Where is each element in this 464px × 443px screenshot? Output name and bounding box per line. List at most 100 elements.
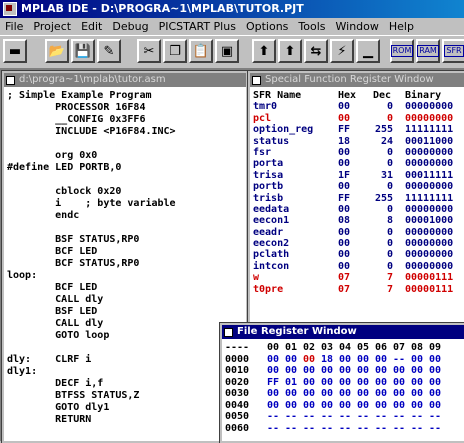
sfr-cell-bin: 00000000 <box>405 249 454 261</box>
sfr-cell-dec: 0 <box>386 226 393 238</box>
source-window-titlebar[interactable]: d:\progra~1\mplab\tutor.asm <box>4 73 246 87</box>
sfr-column-header[interactable]: Dec <box>373 90 391 101</box>
menu-picstart-plus[interactable]: PICSTART Plus <box>154 20 241 33</box>
sfr-window[interactable]: Special Function Register Window SFR Nam… <box>247 70 464 327</box>
file-register-row[interactable]: 0040 00 00 00 00 00 00 00 00 00 00 <box>225 400 447 412</box>
source-line: ; Simple Example Program <box>7 90 152 101</box>
mplab-app-icon[interactable] <box>3 2 17 16</box>
file-register-cell: 00 <box>411 376 424 388</box>
ram-window-button[interactable]: RAM <box>416 39 440 63</box>
rom-window-button[interactable]: ROM <box>390 39 414 63</box>
run-button[interactable]: ⬆ <box>252 39 276 63</box>
file-register-cell: -- <box>411 422 424 434</box>
menu-help[interactable]: Help <box>384 20 419 33</box>
title-bar: MPLAB IDE - D:\PROGRA~1\MPLAB\TUTOR.PJT <box>0 0 464 18</box>
sfr-window-title: Special Function Register Window <box>265 74 434 85</box>
sfr-cell-name: tmr0 <box>253 101 278 113</box>
paste-button[interactable]: 📋 <box>189 39 213 63</box>
file-register-column-header: 00 <box>267 342 280 353</box>
reset-button[interactable]: ▁ <box>356 39 380 63</box>
file-register-cell: 00 <box>357 399 370 411</box>
file-register-cell: -- <box>321 411 334 422</box>
file-register-cell: 00 <box>285 388 298 399</box>
file-register-cell: 00 <box>429 376 442 388</box>
source-code[interactable]: ; Simple Example Program PROCESSOR 16F84… <box>7 90 176 426</box>
sfr-window-icon[interactable] <box>252 75 261 85</box>
file-register-cell: -- <box>429 411 442 422</box>
sfr-window-titlebar[interactable]: Special Function Register Window <box>250 73 464 87</box>
file-register-window-icon[interactable] <box>224 327 233 337</box>
menu-project[interactable]: Project <box>28 20 76 33</box>
sfr-window-button[interactable]: SFR <box>442 39 464 63</box>
cut-button[interactable]: ✂ <box>137 39 161 63</box>
menu-window[interactable]: Window <box>331 20 384 33</box>
print-button[interactable]: ▣ <box>215 39 239 63</box>
menu-options[interactable]: Options <box>241 20 293 33</box>
file-register-cell: 00 <box>429 388 442 399</box>
file-register-cell: -- <box>339 422 352 434</box>
file-register-column-header: 03 <box>321 342 334 353</box>
source-line: dly1: <box>7 366 38 377</box>
file-register-cell: 00 <box>303 353 316 365</box>
file-register-cell: 00 <box>339 388 352 399</box>
sfr-column-header[interactable]: Hex <box>338 90 356 101</box>
document-icon[interactable] <box>6 75 15 85</box>
menu-edit[interactable]: Edit <box>76 20 107 33</box>
file-register-address: 0050 <box>225 411 250 422</box>
source-line: endc <box>7 210 80 221</box>
sfr-cell-name: porta <box>253 158 284 170</box>
mdi-workspace: d:\progra~1\mplab\tutor.asm ; Simple Exa… <box>0 68 464 443</box>
sfr-column-header[interactable]: Binary <box>405 90 441 101</box>
sfr-cell-hex: FF <box>338 124 351 136</box>
file-register-column-header: 02 <box>303 342 316 353</box>
sfr-cell-name: pcl <box>253 112 272 124</box>
file-register-address: 0060 <box>225 422 250 434</box>
open-button[interactable]: 📂 <box>45 39 69 63</box>
menu-file[interactable]: File <box>0 20 28 33</box>
source-editor-window[interactable]: d:\progra~1\mplab\tutor.asm ; Simple Exa… <box>1 70 249 443</box>
file-register-row[interactable]: 0030 00 00 00 00 00 00 00 00 00 00 <box>225 388 447 400</box>
sfr-cell-dec: 24 <box>380 135 393 147</box>
menu-debug[interactable]: Debug <box>107 20 153 33</box>
step-icon: ⇆ <box>310 43 322 59</box>
toggle-window-button[interactable]: ▬ <box>3 39 27 63</box>
file-register-cell: -- <box>393 411 406 422</box>
sfr-cell-name: trisb <box>253 192 284 204</box>
file-register-cell: 00 <box>393 376 406 388</box>
file-register-cell: 00 <box>411 365 424 376</box>
source-line: __CONFIG 0x3FF6 <box>7 114 146 125</box>
menu-tools[interactable]: Tools <box>293 20 330 33</box>
sfr-cell-dec: 0 <box>386 203 393 215</box>
print-icon: ▣ <box>220 43 234 59</box>
file-register-row[interactable]: 0050 -- -- -- -- -- -- -- -- -- -- <box>225 411 447 423</box>
file-register-row[interactable]: 0020 FF 01 00 00 00 00 00 00 00 00 <box>225 377 447 389</box>
file-register-window[interactable]: File Register Window ---- 00 01 02 03 04 05 06 0… <box>219 322 464 443</box>
file-register-cell: 00 <box>303 388 316 399</box>
file-register-cell: 00 <box>339 376 352 388</box>
sfr-column-header[interactable]: SFR Name <box>253 90 301 101</box>
sfr-cell-bin: 00000111 <box>405 283 454 295</box>
file-register-cell: 00 <box>375 376 388 388</box>
step-button[interactable]: ⇆ <box>304 39 328 63</box>
file-register-cell: -- <box>429 422 442 434</box>
file-register-row[interactable]: 0000 00 00 00 18 00 00 00 -- 00 00 <box>225 354 447 366</box>
file-register-window-titlebar[interactable]: File Register Window <box>222 325 464 339</box>
copy-button[interactable]: ❐ <box>163 39 187 63</box>
file-register-row[interactable]: 0060 -- -- -- -- -- -- -- -- -- -- <box>225 423 447 435</box>
source-line: GOTO dly1 <box>7 402 110 413</box>
run-icon: ⬆ <box>258 43 270 59</box>
animate-button[interactable]: ⚡ <box>330 39 354 63</box>
file-register-cell: 00 <box>267 353 280 365</box>
halt-button[interactable]: ⬆ <box>278 39 302 63</box>
source-line: PROCESSOR 16F84 <box>7 102 146 113</box>
source-line: CALL dly <box>7 294 104 305</box>
file-register-header-row: ---- 00 01 02 03 04 05 06 07 08 09 <box>225 342 447 354</box>
source-line: RETURN <box>7 414 92 425</box>
wand-button[interactable]: ✎ <box>97 39 121 63</box>
sfr-cell-name: pclath <box>253 249 290 261</box>
file-register-row[interactable]: 0010 00 00 00 00 00 00 00 00 00 00 <box>225 365 447 377</box>
file-register-cell: 00 <box>375 365 388 376</box>
file-register-cell: 00 <box>303 399 316 411</box>
sfr-cell-dec: 0 <box>386 249 393 261</box>
save-button[interactable]: 💾 <box>71 39 95 63</box>
